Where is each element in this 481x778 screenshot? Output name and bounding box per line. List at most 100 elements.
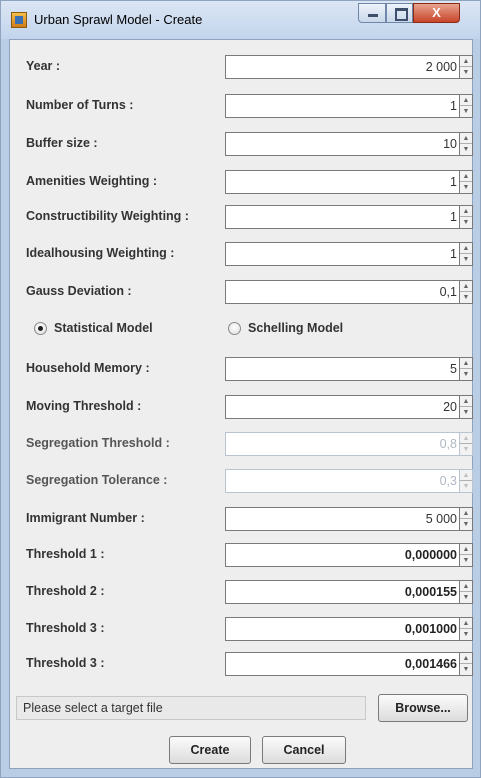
param-input-immigrant-number[interactable]: 5 000 [225,507,460,531]
arrow-down-icon[interactable]: ▼ [460,144,472,155]
arrow-up-icon[interactable]: ▲ [460,618,472,629]
param-row-threshold-3b: Threshold 3 : 0,001466 ▲ ▼ [10,652,474,676]
param-input-amenities[interactable]: 1 [225,170,460,194]
param-input-segregation-threshold: 0,8 [225,432,460,456]
param-row-year: Year : 2 000 ▲ ▼ [10,55,474,79]
param-spinner[interactable]: ▲ ▼ [460,205,473,229]
param-spinner[interactable]: ▲ ▼ [460,94,473,118]
window-title: Urban Sprawl Model - Create [34,12,203,27]
title-bar[interactable]: Urban Sprawl Model - Create X [1,1,480,39]
schelling-model-radio[interactable] [228,322,241,335]
browse-button[interactable]: Browse... [378,694,468,722]
form-panel: Year : 2 000 ▲ ▼ Number of Turns : 1 ▲ ▼ B… [9,39,473,769]
param-label: Immigrant Number : [26,511,145,525]
param-spinner[interactable]: ▲ ▼ [460,242,473,266]
param-row-amenities: Amenities Weighting : 1 ▲ ▼ [10,170,474,194]
arrow-up-icon[interactable]: ▲ [460,243,472,254]
param-label: Threshold 3 : [26,621,105,635]
target-file-field: Please select a target file [16,696,366,720]
param-row-segregation-tolerance: Segregation Tolerance : 0,3 ▲ ▼ [10,469,474,493]
arrow-down-icon: ▼ [462,446,470,453]
arrow-down-icon[interactable]: ▼ [460,555,472,566]
param-label: Threshold 3 : [26,656,105,670]
arrow-down-icon[interactable]: ▼ [460,369,472,380]
arrow-up-icon[interactable]: ▲ [460,653,472,664]
param-spinner[interactable]: ▲ ▼ [460,543,473,567]
param-input-year[interactable]: 2 000 [225,55,460,79]
arrow-up-icon[interactable]: ▲ [460,544,472,555]
param-row-household-memory: Household Memory : 5 ▲ ▼ [10,357,474,381]
param-label: Idealhousing Weighting : [26,246,175,260]
param-label: Amenities Weighting : [26,174,158,188]
param-spinner[interactable]: ▲ ▼ [460,170,473,194]
arrow-down-icon[interactable]: ▼ [460,106,472,117]
maximize-icon [395,8,408,21]
param-label: Constructibility Weighting : [26,209,189,223]
param-input-segregation-tolerance: 0,3 [225,469,460,493]
param-input-turns[interactable]: 1 [225,94,460,118]
arrow-up-icon[interactable]: ▲ [460,358,472,369]
param-spinner[interactable]: ▲ ▼ [460,357,473,381]
param-spinner[interactable]: ▲ ▼ [460,580,473,604]
param-input-idealhousing[interactable]: 1 [225,242,460,266]
arrow-up-icon[interactable]: ▲ [460,56,472,67]
param-input-threshold-3a[interactable]: 0,001000 [225,617,460,641]
param-row-gauss: Gauss Deviation : 0,1 ▲ ▼ [10,280,474,304]
param-spinner[interactable]: ▲ ▼ [460,652,473,676]
arrow-down-icon[interactable]: ▼ [460,592,472,603]
param-spinner[interactable]: ▲ ▼ [460,395,473,419]
arrow-down-icon[interactable]: ▼ [460,407,472,418]
param-input-threshold-2[interactable]: 0,000155 [225,580,460,604]
arrow-up-icon[interactable]: ▲ [460,95,472,106]
param-spinner[interactable]: ▲ ▼ [460,617,473,641]
cancel-button[interactable]: Cancel [262,736,346,764]
param-input-household-memory[interactable]: 5 [225,357,460,381]
arrow-down-icon[interactable]: ▼ [460,67,472,78]
close-button[interactable]: X [413,3,460,23]
param-input-buffer[interactable]: 10 [225,132,460,156]
target-file-status: Please select a target file [23,701,163,715]
minimize-button[interactable] [358,3,386,23]
arrow-down-icon[interactable]: ▼ [460,292,472,303]
arrow-down-icon[interactable]: ▼ [460,519,472,530]
param-row-constructibility: Constructibility Weighting : 1 ▲ ▼ [10,205,474,229]
arrow-down-icon[interactable]: ▼ [460,254,472,265]
arrow-up-icon[interactable]: ▲ [460,206,472,217]
close-icon: X [432,5,441,20]
arrow-up-icon[interactable]: ▲ [460,581,472,592]
param-label: Threshold 1 : [26,547,105,561]
arrow-up-icon[interactable]: ▲ [460,171,472,182]
param-spinner[interactable]: ▲ ▼ [460,280,473,304]
arrow-down-icon[interactable]: ▼ [460,182,472,193]
arrow-up-icon[interactable]: ▲ [460,396,472,407]
arrow-up-icon[interactable]: ▲ [460,508,472,519]
statistical-model-label[interactable]: Statistical Model [54,321,153,335]
param-row-moving-threshold: Moving Threshold : 20 ▲ ▼ [10,395,474,419]
arrow-down-icon[interactable]: ▼ [460,217,472,228]
param-input-threshold-3b[interactable]: 0,001466 [225,652,460,676]
param-label: Moving Threshold : [26,399,142,413]
arrow-down-icon[interactable]: ▼ [460,629,472,640]
arrow-up-icon[interactable]: ▲ [460,281,472,292]
maximize-button[interactable] [386,3,413,23]
param-input-threshold-1[interactable]: 0,000000 [225,543,460,567]
param-input-gauss[interactable]: 0,1 [225,280,460,304]
create-button[interactable]: Create [169,736,251,764]
arrow-up-icon[interactable]: ▲ [460,133,472,144]
param-input-constructibility[interactable]: 1 [225,205,460,229]
param-spinner[interactable]: ▲ ▼ [460,507,473,531]
param-label: Gauss Deviation : [26,284,132,298]
statistical-model-radio[interactable] [34,322,47,335]
arrow-down-icon[interactable]: ▼ [460,664,472,675]
param-spinner: ▲ ▼ [460,432,473,456]
param-spinner[interactable]: ▲ ▼ [460,55,473,79]
param-spinner[interactable]: ▲ ▼ [460,132,473,156]
param-label: Segregation Threshold : [26,436,170,450]
param-label: Buffer size : [26,136,98,150]
arrow-down-icon: ▼ [462,483,470,490]
param-row-immigrant-number: Immigrant Number : 5 000 ▲ ▼ [10,507,474,531]
schelling-model-label[interactable]: Schelling Model [248,321,343,335]
param-row-threshold-3a: Threshold 3 : 0,001000 ▲ ▼ [10,617,474,641]
param-label: Threshold 2 : [26,584,105,598]
param-input-moving-threshold[interactable]: 20 [225,395,460,419]
